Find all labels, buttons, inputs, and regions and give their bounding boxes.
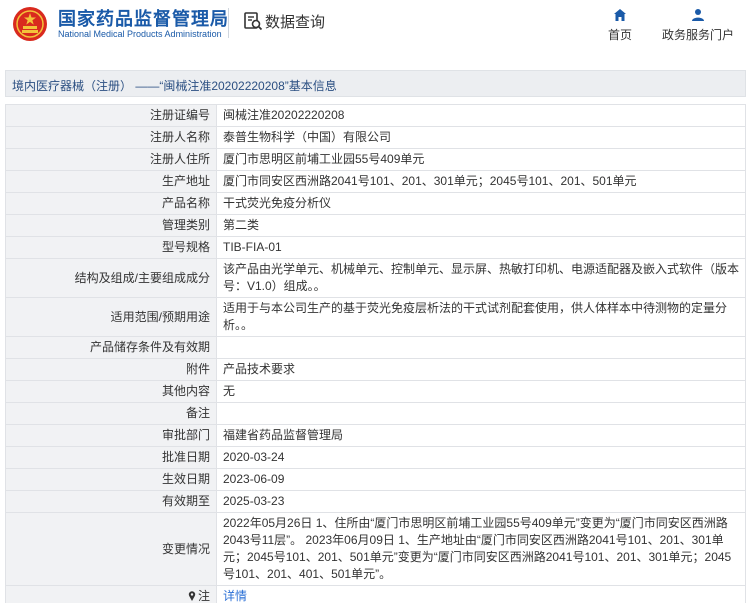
row-value: 该产品由光学单元、机械单元、控制单元、显示屏、热敏打印机、电源适配器及嵌入式软件…	[216, 258, 746, 298]
nav-home-label: 首页	[607, 28, 632, 42]
table-row: 附件 产品技术要求	[5, 358, 746, 381]
brand-divider	[228, 8, 229, 38]
table-row: 型号规格 TIB-FIA-01	[5, 236, 746, 259]
national-emblem-icon	[13, 7, 47, 41]
device-info-table: 注册证编号 闽械注准20202220208 注册人名称 泰普生物科学（中国）有限公司…	[5, 104, 746, 603]
home-icon	[614, 9, 626, 21]
table-row: 审批部门 福建省药品监督管理局	[5, 424, 746, 447]
table-row: 备注	[5, 402, 746, 425]
row-key: 注册人住所	[5, 148, 217, 171]
row-key: 其他内容	[5, 380, 217, 403]
row-key-label: 注	[197, 589, 210, 603]
breadcrumb-title-bar: 境内医疗器械（注册） ——“闽械注准20202220208”基本信息	[5, 70, 746, 97]
row-value: 适用于与本公司生产的基于荧光免疫层析法的干式试剂配套使用，供人体样本中待测物的定…	[216, 297, 746, 337]
row-value	[216, 336, 746, 359]
row-value: 无	[216, 380, 746, 403]
row-value: 详情	[216, 585, 746, 603]
details-link[interactable]: 详情	[223, 589, 247, 603]
row-value: 闽械注准20202220208	[216, 104, 746, 127]
brand-name-en: National Medical Products Administration	[58, 29, 222, 39]
row-key: 变更情况	[5, 512, 217, 586]
row-value: 干式荧光免疫分析仪	[216, 192, 746, 215]
row-key: 适用范围/预期用途	[5, 297, 217, 337]
table-row: 变更情况 2022年05月26日 1、住所由“厦门市思明区前埔工业园55号409单…	[5, 512, 746, 586]
table-row: 适用范围/预期用途 适用于与本公司生产的基于荧光免疫层析法的干式试剂配套使用，供人…	[5, 297, 746, 337]
row-value: 2025-03-23	[216, 490, 746, 513]
table-row: 批准日期 2020-03-24	[5, 446, 746, 469]
row-key: 备注	[5, 402, 217, 425]
row-value: 2020-03-24	[216, 446, 746, 469]
row-key: 管理类别	[5, 214, 217, 237]
nav-service-portal-label: 政务服务门户	[661, 28, 734, 42]
table-row: 生效日期 2023-06-09	[5, 468, 746, 491]
row-key: 批准日期	[5, 446, 217, 469]
table-row: 产品储存条件及有效期	[5, 336, 746, 359]
row-value: 第二类	[216, 214, 746, 237]
table-row: 注 详情	[5, 585, 746, 603]
row-value: TIB-FIA-01	[216, 236, 746, 259]
row-key: 产品储存条件及有效期	[5, 336, 217, 359]
table-row: 生产地址 厦门市同安区西洲路2041号101、201、301单元；2045号101…	[5, 170, 746, 193]
table-row: 注册证编号 闽械注准20202220208	[5, 104, 746, 127]
row-key: 生产地址	[5, 170, 217, 193]
data-query-icon[interactable]	[243, 11, 263, 31]
row-value	[216, 402, 746, 425]
table-row: 产品名称 干式荧光免疫分析仪	[5, 192, 746, 215]
nav-home[interactable]: 首页	[602, 8, 638, 43]
row-value: 2023-06-09	[216, 468, 746, 491]
row-value: 2022年05月26日 1、住所由“厦门市思明区前埔工业园55号409单元”变更…	[216, 512, 746, 586]
breadcrumb: 境内医疗器械（注册） ——“闽械注准20202220208”基本信息	[12, 79, 337, 93]
table-row: 结构及组成/主要组成成分 该产品由光学单元、机械单元、控制单元、显示屏、热敏打印机…	[5, 258, 746, 298]
row-key: 型号规格	[5, 236, 217, 259]
table-row: 注册人名称 泰普生物科学（中国）有限公司	[5, 126, 746, 149]
row-value: 产品技术要求	[216, 358, 746, 381]
row-key: 产品名称	[5, 192, 217, 215]
row-value: 泰普生物科学（中国）有限公司	[216, 126, 746, 149]
table-row: 注册人住所 厦门市思明区前埔工业园55号409单元	[5, 148, 746, 171]
row-value: 厦门市同安区西洲路2041号101、201、301单元；2045号101、201…	[216, 170, 746, 193]
row-key: 附件	[5, 358, 217, 381]
table-row: 有效期至 2025-03-23	[5, 490, 746, 513]
brand-name-cn: 国家药品监督管理局	[58, 9, 229, 29]
row-key: 结构及组成/主要组成成分	[5, 258, 217, 298]
data-query-link[interactable]: 数据查询	[265, 11, 325, 32]
row-key: 生效日期	[5, 468, 217, 491]
user-icon	[692, 9, 704, 21]
site-header: 国家药品监督管理局 National Medical Products Admi…	[0, 0, 751, 58]
row-key: 注册人名称	[5, 126, 217, 149]
pin-icon	[188, 591, 196, 601]
table-row: 其他内容无	[5, 380, 746, 403]
row-value: 厦门市思明区前埔工业园55号409单元	[216, 148, 746, 171]
row-key: 注册证编号	[5, 104, 217, 127]
row-key: 有效期至	[5, 490, 217, 513]
nav-service-portal[interactable]: 政务服务门户	[654, 8, 742, 43]
row-value: 福建省药品监督管理局	[216, 424, 746, 447]
row-key: 审批部门	[5, 424, 217, 447]
table-row: 管理类别 第二类	[5, 214, 746, 237]
row-key-note: 注	[5, 585, 217, 603]
